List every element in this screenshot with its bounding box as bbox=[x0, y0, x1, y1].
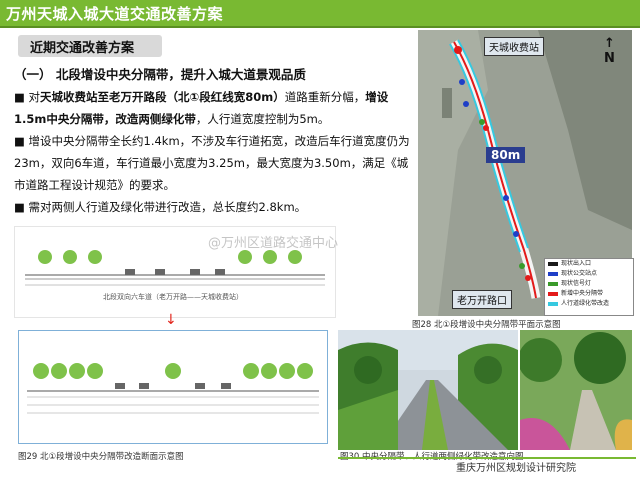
paragraph-2: ■ 增设中央分隔带全长约1.4km，不涉及车行道拓宽，改造后车行道宽度仍为23m… bbox=[14, 134, 410, 192]
section-tag: 近期交通改善方案 bbox=[18, 35, 162, 57]
legend-label: 现状出入口 bbox=[561, 260, 592, 267]
paragraph-3: ■ 需对两侧人行道及绿化带进行改造，总长度约2.8km。 bbox=[14, 200, 307, 214]
north-label: N bbox=[604, 51, 615, 66]
bullet-text: ■ 对 bbox=[14, 90, 41, 104]
map-legend: 现状出入口 现状公交站点 现状信号灯 新增中央分隔带 人行道绿化带改造 bbox=[544, 258, 634, 316]
body-text: （一） 北段增设中央分隔带，提升入城大道景观品质 ■ 对天城收费站至老万开路段（… bbox=[14, 64, 410, 218]
footer-org: 重庆万州区规划设计研究院 bbox=[456, 463, 576, 474]
bold-segment-1: 天城收费站至老万开路段（北①段红线宽80m） bbox=[40, 90, 285, 104]
paragraph-1: ■ 对天城收费站至老万开路段（北①段红线宽80m）道路重新分幅，增设1.5m中央… bbox=[14, 86, 410, 130]
section-tag-label: 近期交通改善方案 bbox=[30, 41, 135, 56]
legend-item: 现状公交站点 bbox=[545, 269, 633, 279]
legend-label: 现状公交站点 bbox=[561, 270, 598, 277]
median-greenbelt-photo bbox=[338, 330, 518, 450]
map-label-toll-station: 天城收费站 bbox=[484, 37, 544, 56]
sidewalk-greenbelt-photo bbox=[520, 330, 632, 450]
legend-label: 新增中央分隔带 bbox=[561, 290, 604, 297]
down-arrow-icon: ↓ bbox=[165, 312, 177, 328]
plain-segment-end: ，人行道宽度控制为5m。 bbox=[195, 112, 330, 126]
caption-fig29: 图29 北①段增设中央分隔带改造断面示意图 bbox=[18, 452, 184, 462]
title-bar: 万州天城入城大道交通改善方案 bbox=[0, 0, 640, 26]
watermark: @万州区道路交通中心 bbox=[208, 236, 339, 251]
legend-swatch-signal bbox=[548, 282, 558, 286]
photo-graphic bbox=[338, 330, 518, 450]
north-arrow-icon: ↑ N bbox=[604, 36, 615, 66]
legend-label: 现状信号灯 bbox=[561, 280, 592, 287]
legend-swatch-entrance bbox=[548, 262, 558, 266]
legend-swatch-greenbelt bbox=[548, 302, 558, 306]
plain-segment: 道路重新分幅， bbox=[284, 90, 366, 104]
legend-item: 现状出入口 bbox=[545, 259, 633, 269]
legend-item: 人行道绿化带改造 bbox=[545, 299, 633, 309]
caption-fig28: 图28 北①段增设中央分隔带平面示意图 bbox=[412, 320, 561, 330]
legend-item: 现状信号灯 bbox=[545, 279, 633, 289]
map-label-intersection: 老万开路口 bbox=[452, 290, 512, 309]
legend-swatch-bus-stop bbox=[548, 272, 558, 276]
photo-graphic-2 bbox=[520, 330, 632, 450]
content-heading: （一） 北段增设中央分隔带，提升入城大道景观品质 bbox=[14, 67, 306, 82]
modified-section-graphic bbox=[27, 363, 319, 414]
legend-swatch-median bbox=[548, 292, 558, 296]
title-underline bbox=[0, 26, 640, 28]
legend-label: 人行道绿化带改造 bbox=[561, 300, 610, 307]
width-80m-label: 80m bbox=[486, 147, 526, 163]
modified-cross-section-image bbox=[18, 330, 328, 444]
legend-item: 新增中央分隔带 bbox=[545, 289, 633, 299]
page-title: 万州天城入城大道交通改善方案 bbox=[6, 5, 224, 23]
cross-section-caption: 北段双向六车道（老万开路——天城收费站） bbox=[103, 293, 243, 301]
